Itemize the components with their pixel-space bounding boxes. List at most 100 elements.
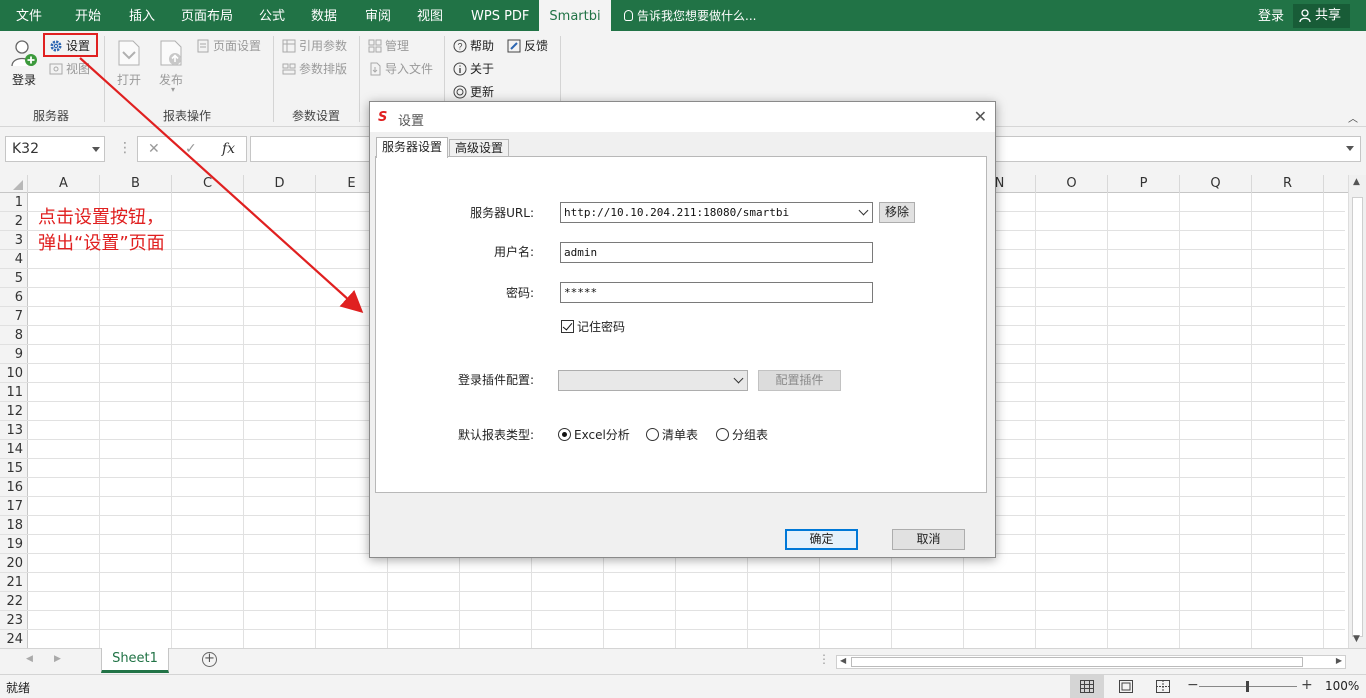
tab-file[interactable]: 文件 <box>16 0 42 31</box>
select-all-corner[interactable] <box>0 175 28 193</box>
tab-data[interactable]: 数据 <box>311 0 337 31</box>
row-header[interactable]: 11 <box>0 383 28 402</box>
tab-home[interactable]: 开始 <box>75 0 101 31</box>
scroll-left-icon[interactable]: ◀ <box>840 656 846 665</box>
configure-plugin-button[interactable]: 配置插件 <box>758 370 841 391</box>
column-header[interactable]: A <box>28 175 100 193</box>
page-layout-view-icon[interactable] <box>1119 680 1133 693</box>
radio-list-table[interactable] <box>646 428 659 441</box>
row-header[interactable]: 19 <box>0 535 28 554</box>
zoom-out-icon[interactable]: − <box>1187 677 1199 693</box>
ribbon-help-button[interactable]: ? 帮助 <box>453 37 494 54</box>
ribbon-open-button[interactable]: 打开 <box>117 71 141 88</box>
tab-view[interactable]: 视图 <box>417 0 443 31</box>
row-header[interactable]: 10 <box>0 364 28 383</box>
name-box[interactable]: K32 <box>5 136 105 162</box>
row-header[interactable]: 12 <box>0 402 28 421</box>
radio-excel-analysis[interactable] <box>558 428 571 441</box>
scroll-right-icon[interactable]: ▶ <box>1336 656 1342 665</box>
account-login-link[interactable]: 登录 <box>1258 0 1284 33</box>
horizontal-scrollbar[interactable]: ◀ ▶ <box>836 655 1346 669</box>
ribbon-login-button[interactable]: 登录 <box>12 71 36 88</box>
tab-insert[interactable]: 插入 <box>129 0 155 31</box>
chevron-down-icon[interactable] <box>92 147 100 152</box>
row-header[interactable]: 2 <box>0 212 28 231</box>
server-url-combobox[interactable]: http://10.10.204.211:18080/smartbi <box>560 202 873 223</box>
row-header[interactable]: 14 <box>0 440 28 459</box>
row-header[interactable]: 24 <box>0 630 28 649</box>
login-plugin-combobox[interactable] <box>558 370 748 391</box>
column-header[interactable]: O <box>1036 175 1108 193</box>
row-header[interactable]: 3 <box>0 231 28 250</box>
row-header[interactable]: 22 <box>0 592 28 611</box>
tab-smartbi[interactable]: Smartbi <box>539 0 611 31</box>
next-sheet-icon[interactable]: ▶ <box>54 654 61 664</box>
ribbon-ref-params-button[interactable]: 引用参数 <box>282 37 347 54</box>
zoom-slider-thumb[interactable] <box>1246 681 1249 692</box>
row-header[interactable]: 5 <box>0 269 28 288</box>
ok-button[interactable]: 确定 <box>785 529 858 550</box>
tab-wps-pdf[interactable]: WPS PDF <box>471 0 529 31</box>
cancel-button[interactable]: 取消 <box>892 529 965 550</box>
expand-formula-icon[interactable] <box>1346 146 1354 151</box>
row-header[interactable]: 4 <box>0 250 28 269</box>
remove-button[interactable]: 移除 <box>879 202 915 223</box>
vertical-scrollbar[interactable]: ▲ ▼ <box>1348 175 1366 648</box>
row-header[interactable]: 21 <box>0 573 28 592</box>
row-header[interactable]: 23 <box>0 611 28 630</box>
sheet-tab[interactable]: Sheet1 <box>101 648 169 673</box>
ribbon-page-setup-button[interactable]: 页面设置 <box>196 37 261 54</box>
row-header[interactable]: 13 <box>0 421 28 440</box>
row-header[interactable]: 8 <box>0 326 28 345</box>
row-header[interactable]: 15 <box>0 459 28 478</box>
publish-dropdown-arrow[interactable]: ▾ <box>171 85 175 94</box>
split-handle-icon[interactable]: ⋮ <box>818 652 830 666</box>
password-field[interactable]: ***** <box>560 282 873 303</box>
ribbon-feedback-button[interactable]: 反馈 <box>507 37 548 54</box>
prev-sheet-icon[interactable]: ◀ <box>26 654 33 664</box>
column-header[interactable]: P <box>1108 175 1180 193</box>
column-header[interactable]: C <box>172 175 244 193</box>
dialog-title-bar[interactable]: S 设置 ✕ <box>370 102 995 132</box>
ribbon-view-button[interactable]: 视图 <box>49 60 90 77</box>
row-header[interactable]: 18 <box>0 516 28 535</box>
scrollbar-thumb[interactable] <box>1352 197 1363 637</box>
tab-advanced-settings[interactable]: 高级设置 <box>449 139 510 157</box>
row-header[interactable]: 17 <box>0 497 28 516</box>
row-header[interactable]: 7 <box>0 307 28 326</box>
cancel-entry-icon[interactable]: ✕ <box>148 137 160 161</box>
row-header[interactable]: 16 <box>0 478 28 497</box>
chevron-down-icon[interactable] <box>858 205 869 216</box>
ribbon-manage-button[interactable]: 管理 <box>368 37 409 54</box>
zoom-level[interactable]: 100% <box>1325 679 1359 693</box>
ribbon-param-layout-button[interactable]: 参数排版 <box>282 60 347 77</box>
ribbon-about-button[interactable]: 关于 <box>453 60 494 77</box>
tab-page-layout[interactable]: 页面布局 <box>181 0 233 31</box>
row-header[interactable]: 9 <box>0 345 28 364</box>
scroll-down-icon[interactable]: ▼ <box>1353 634 1360 644</box>
username-field[interactable]: admin <box>560 242 873 263</box>
zoom-in-icon[interactable]: + <box>1301 677 1313 693</box>
column-header[interactable]: R <box>1252 175 1324 193</box>
ribbon-collapse-icon[interactable]: ︿ <box>1348 110 1358 125</box>
page-break-view-icon[interactable] <box>1156 680 1170 693</box>
close-icon[interactable]: ✕ <box>974 107 987 126</box>
tab-server-settings[interactable]: 服务器设置 <box>376 137 449 158</box>
normal-view-icon[interactable] <box>1080 680 1094 693</box>
tab-review[interactable]: 审阅 <box>365 0 391 31</box>
radio-group-table[interactable] <box>716 428 729 441</box>
ribbon-import-file-button[interactable]: 导入文件 <box>368 60 433 77</box>
chevron-down-icon[interactable] <box>733 373 744 384</box>
row-header[interactable]: 20 <box>0 554 28 573</box>
scroll-up-icon[interactable]: ▲ <box>1353 177 1360 187</box>
add-sheet-icon[interactable]: + <box>202 652 217 667</box>
remember-password-checkbox[interactable] <box>561 320 574 333</box>
hscroll-thumb[interactable] <box>851 657 1303 667</box>
tab-formulas[interactable]: 公式 <box>259 0 285 31</box>
column-header[interactable]: Q <box>1180 175 1252 193</box>
column-header[interactable]: D <box>244 175 316 193</box>
share-button[interactable]: 共享 <box>1293 4 1350 28</box>
confirm-entry-icon[interactable]: ✓ <box>185 137 197 161</box>
column-header[interactable]: B <box>100 175 172 193</box>
tell-me-search[interactable]: 告诉我您想要做什么... <box>624 0 756 31</box>
